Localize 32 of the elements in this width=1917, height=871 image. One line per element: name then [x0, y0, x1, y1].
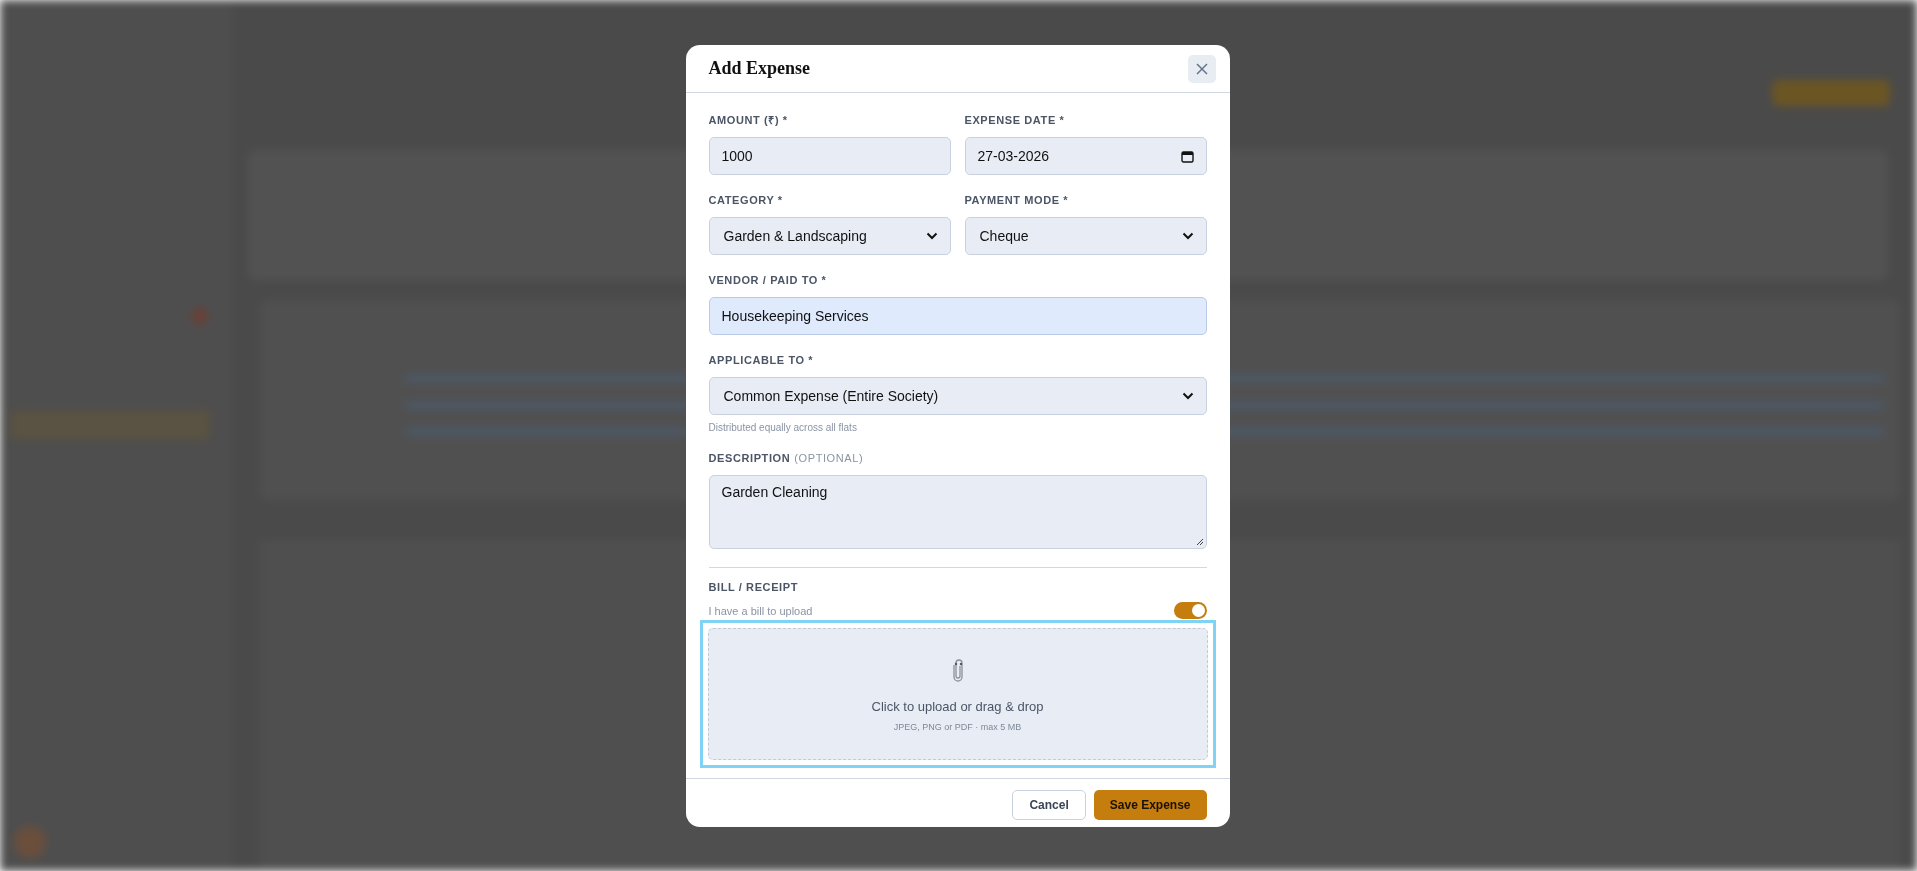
upload-dropzone[interactable]: Click to upload or drag & drop JPEG, PNG or PDF · max 5 MB [707, 628, 1208, 760]
section-heading: BILL / RECEIPT [708, 581, 799, 593]
dialog-title: Add Expense [708, 58, 811, 79]
field-label: AMOUNT (₹) * [708, 113, 788, 127]
close-button[interactable] [1187, 54, 1216, 83]
select-field[interactable]: Common Expense (Entire Society) [708, 377, 1207, 415]
calendar-icon [1180, 149, 1194, 163]
field-label: DESCRIPTION [708, 451, 791, 465]
dropzone-hint: JPEG, PNG or PDF · max 5 MB [893, 721, 1022, 732]
description-field[interactable]: Garden Cleaning [708, 475, 1207, 549]
dropzone-text: Click to upload or drag & drop [871, 698, 1044, 714]
cancel-button[interactable]: Cancel [1012, 790, 1086, 820]
chevron-down-icon [925, 232, 938, 240]
optional-note: (OPTIONAL) [794, 451, 864, 465]
resize-grip-icon [1195, 538, 1204, 546]
chevron-down-icon [1181, 232, 1194, 240]
select-field[interactable]: Cheque [964, 217, 1207, 255]
field-label: VENDOR / PAID TO * [708, 273, 827, 287]
chevron-down-icon [1181, 392, 1194, 400]
field-label: APPLICABLE TO * [708, 353, 814, 367]
field-label: EXPENSE DATE * [964, 113, 1065, 127]
field-hint: Distributed equally across all flats [708, 422, 858, 433]
text-field[interactable]: 1000 [708, 137, 951, 175]
toggle-label: I have a bill to upload [708, 604, 813, 617]
field-label: PAYMENT MODE * [964, 193, 1069, 207]
save-button[interactable]: Save Expense [1093, 790, 1207, 820]
date-field[interactable]: 27-03-2026 [964, 137, 1207, 175]
text-field[interactable]: Housekeeping Services [708, 297, 1207, 335]
field-label: CATEGORY * [708, 193, 783, 207]
toggle-switch[interactable] [1173, 602, 1207, 619]
select-field[interactable]: Garden & Landscaping [708, 217, 951, 255]
close-icon [1194, 61, 1209, 76]
